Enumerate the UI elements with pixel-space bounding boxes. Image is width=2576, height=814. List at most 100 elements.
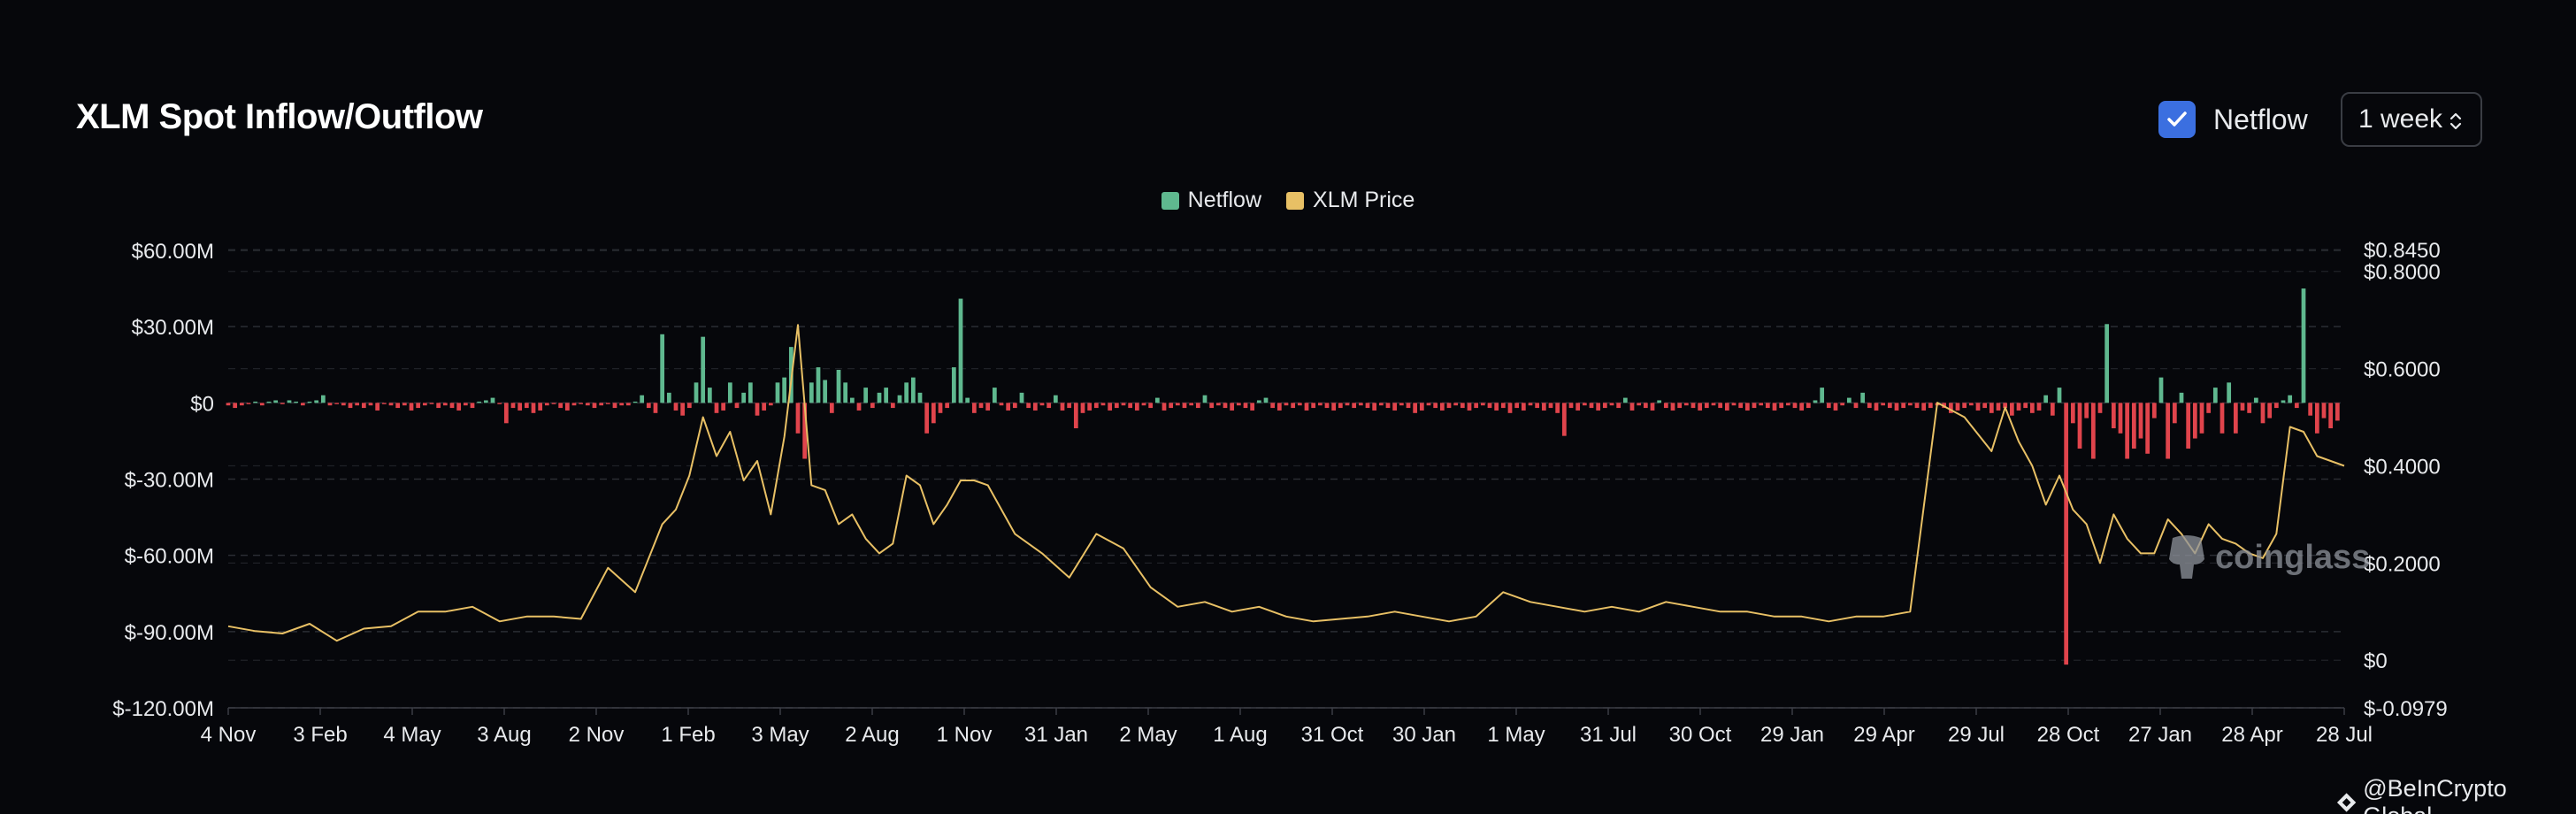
netflow-bar — [1704, 403, 1709, 409]
netflow-bar — [436, 403, 441, 409]
netflow-bar — [1867, 403, 1872, 409]
netflow-bar — [1806, 403, 1811, 409]
netflow-bar — [1338, 403, 1343, 409]
x-tick-label: 28 Jul — [2316, 723, 2373, 747]
netflow-bar — [2288, 395, 2293, 403]
netflow-bar — [2220, 403, 2225, 434]
netflow-bar — [2240, 403, 2245, 411]
netflow-bar — [870, 403, 875, 409]
netflow-bar — [1738, 403, 1744, 409]
netflow-bar — [965, 397, 970, 403]
netflow-bar — [1215, 403, 1221, 406]
netflow-bar — [1820, 388, 1825, 403]
netflow-bar — [1637, 403, 1642, 406]
netflow-bar — [843, 382, 848, 403]
netflow-bar — [1826, 403, 1831, 409]
x-tick-label: 2 Aug — [845, 723, 899, 747]
netflow-bar — [2328, 403, 2334, 429]
netflow-bar — [1833, 403, 1838, 411]
netflow-bar — [2077, 403, 2082, 449]
netflow-bar — [1467, 403, 1472, 411]
netflow-bar — [823, 380, 828, 403]
netflow-bar — [1039, 403, 1045, 406]
netflow-bar — [273, 400, 279, 403]
netflow-bar — [1073, 403, 1078, 429]
netflow-bar — [673, 403, 678, 411]
netflow-bar — [449, 403, 455, 409]
netflow-bar — [1759, 403, 1764, 406]
x-tick-label: 29 Jul — [1948, 723, 2005, 747]
netflow-bar — [341, 403, 346, 406]
netflow-bar — [646, 403, 651, 409]
netflow-bar — [1304, 403, 1309, 411]
netflow-bar — [1589, 403, 1594, 409]
netflow-bar — [1996, 403, 2001, 411]
netflow-bar — [2172, 403, 2177, 424]
netflow-bar — [1894, 403, 1899, 411]
netflow-bar — [1541, 403, 1546, 411]
netflow-bar — [1202, 395, 1208, 403]
x-tick-label: 3 Aug — [477, 723, 531, 747]
netflow-bar — [1799, 403, 1805, 411]
netflow-bar — [748, 382, 753, 403]
netflow-bar — [1962, 403, 1967, 409]
netflow-bar — [1087, 403, 1092, 411]
netflow-bar — [442, 403, 448, 406]
netflow-bar — [1352, 403, 1357, 409]
netflow-bar — [1209, 403, 1215, 409]
netflow-bar — [1792, 403, 1798, 409]
netflow-bar — [1006, 403, 1011, 411]
netflow-bar — [1413, 403, 1418, 413]
netflow-bar — [992, 388, 997, 403]
netflow-bar — [1500, 403, 1506, 409]
netflow-bar — [2334, 403, 2340, 421]
source-credit: @BeInCrypto Global — [2335, 775, 2576, 814]
netflow-bar — [2036, 403, 2042, 411]
netflow-bar — [558, 403, 564, 409]
netflow-bar — [734, 403, 740, 409]
netflow-bar — [287, 400, 292, 403]
netflow-bar — [632, 401, 638, 403]
netflow-bar — [409, 403, 414, 411]
y-left-tick-label: $-60.00M — [125, 545, 214, 569]
netflow-bar — [510, 403, 516, 409]
netflow-bar — [1657, 400, 1662, 403]
netflow-bar — [2057, 388, 2062, 403]
netflow-bar — [1718, 403, 1723, 409]
netflow-bar — [503, 403, 509, 424]
netflow-bar — [619, 403, 625, 406]
netflow-bar — [1677, 403, 1683, 409]
netflow-bar — [307, 401, 312, 403]
x-tick-label: 31 Oct — [1301, 723, 1364, 747]
netflow-bar — [910, 377, 916, 403]
netflow-bar — [1460, 403, 1465, 409]
chart-plot: $60.00M $30.00M $0 $-30.00M $-60.00M $-90.00M… — [112, 239, 2448, 747]
netflow-bar — [477, 401, 482, 403]
y-right-tick-label: $0.8450 — [2364, 239, 2441, 263]
netflow-bar — [1148, 403, 1154, 409]
netflow-bar — [1141, 403, 1146, 406]
netflow-bar — [2131, 403, 2136, 449]
netflow-bar — [1345, 403, 1350, 406]
netflow-bar — [877, 392, 882, 403]
x-tick-label: 27 Jan — [2128, 723, 2192, 747]
netflow-bar — [1291, 403, 1296, 409]
netflow-bar — [1813, 400, 1818, 403]
netflow-bar — [1372, 403, 1377, 411]
netflow-bar — [2084, 403, 2089, 419]
netflow-bar — [1765, 403, 1770, 409]
netflow-bar — [1474, 403, 1479, 409]
netflow-bar — [856, 403, 862, 411]
netflow-bar — [1385, 403, 1391, 409]
x-tick-label: 30 Jan — [1392, 723, 1456, 747]
netflow-bar — [755, 403, 760, 416]
netflow-bar — [422, 403, 427, 406]
netflow-bar — [395, 403, 401, 409]
netflow-bar — [2253, 397, 2258, 403]
netflow-bar — [2145, 403, 2150, 454]
netflow-bar — [653, 403, 658, 413]
netflow-bar — [836, 369, 841, 403]
x-tick-label: 4 Nov — [201, 723, 257, 747]
netflow-bar — [2043, 395, 2049, 403]
x-tick-label: 4 May — [383, 723, 441, 747]
